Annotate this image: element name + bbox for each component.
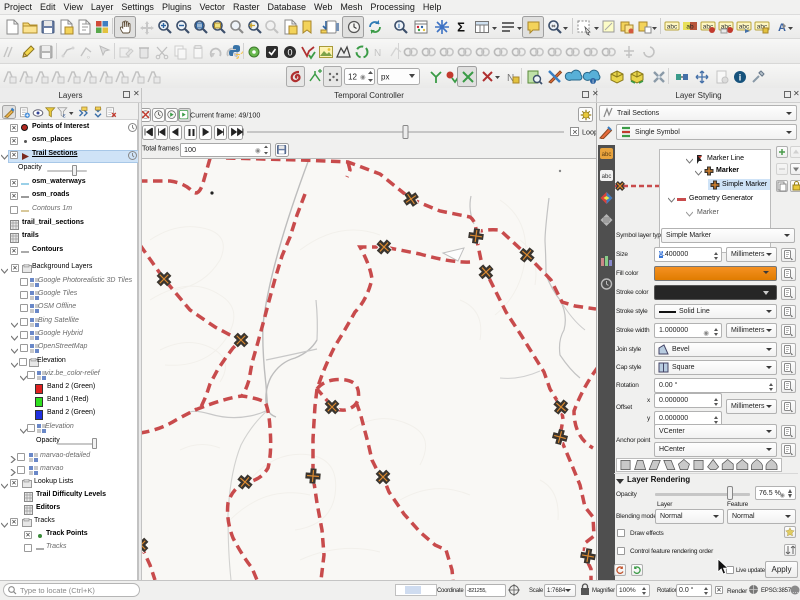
svg-text:A: A [778,22,786,34]
svg-text:100: 100 [184,145,196,154]
svg-text:i: i [592,80,593,86]
svg-text:✕: ✕ [572,130,578,137]
svg-text:Σ: Σ [457,20,465,35]
svg-text:0: 0 [287,48,292,58]
svg-text:abc: abc [667,24,678,31]
svg-text:i: i [739,73,742,83]
svg-text:ε: ε [63,114,66,120]
svg-text:⌗: ⌗ [552,24,556,31]
svg-text:N: N [374,48,381,59]
svg-text:◉: ◉ [255,148,261,155]
svg-text:…: … [792,588,799,595]
svg-text:i: i [398,23,400,30]
svg-text:Total frames: Total frames [142,144,179,153]
svg-text:abc: abc [602,174,612,180]
svg-text:abc: abc [739,24,750,31]
svg-text:12: 12 [348,73,357,82]
svg-text:Loop: Loop [582,128,596,137]
svg-text:px: px [381,73,389,82]
svg-text:₀: ₀ [87,53,90,60]
svg-text:Current frame: 49/100: Current frame: 49/100 [190,111,260,120]
svg-text:ab: ab [686,24,694,31]
svg-text:abc: abc [602,152,612,158]
svg-text:◉: ◉ [360,74,366,81]
